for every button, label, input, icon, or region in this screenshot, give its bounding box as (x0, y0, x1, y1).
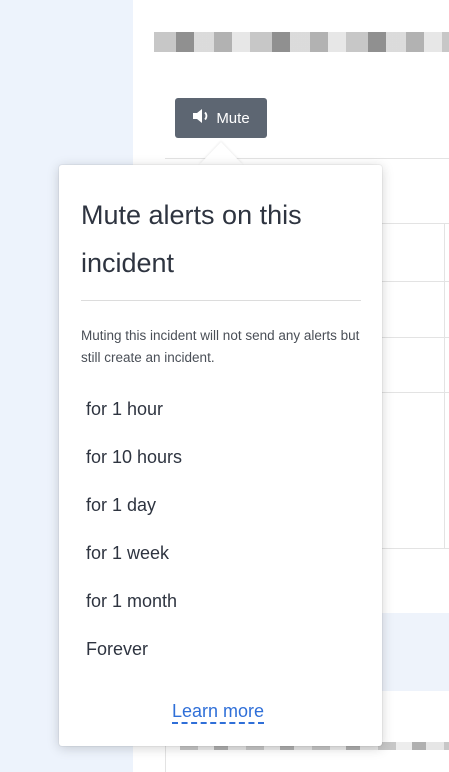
page-title-redacted (154, 32, 449, 52)
table-row-border (382, 392, 449, 393)
mute-option-1-month[interactable]: for 1 month (86, 589, 182, 637)
highlight-band (382, 613, 449, 691)
popover-divider (81, 300, 361, 301)
learn-more-link[interactable]: Learn more (172, 700, 265, 724)
mute-button-label: Mute (216, 109, 250, 127)
mute-option-1-week[interactable]: for 1 week (86, 541, 182, 589)
speaker-mute-icon (192, 108, 210, 128)
table-row-border (382, 223, 449, 224)
mute-option-10-hours[interactable]: for 10 hours (86, 445, 182, 493)
popover-arrow (199, 142, 243, 165)
table-column-border (444, 223, 445, 548)
popover-title: Mute alerts on this incident (81, 200, 302, 278)
mute-duration-list: for 1 hour for 10 hours for 1 day for 1 … (86, 397, 182, 685)
mute-popover: Mute alerts on this incident Muting this… (59, 165, 382, 746)
table-row-border (382, 337, 449, 338)
mute-option-1-hour[interactable]: for 1 hour (86, 397, 182, 445)
mute-button[interactable]: Mute (175, 98, 267, 138)
mute-option-forever[interactable]: Forever (86, 637, 182, 685)
popover-description: Muting this incident will not send any a… (81, 328, 360, 365)
mute-option-1-day[interactable]: for 1 day (86, 493, 182, 541)
table-row-border (382, 548, 449, 549)
table-row-border (382, 281, 449, 282)
